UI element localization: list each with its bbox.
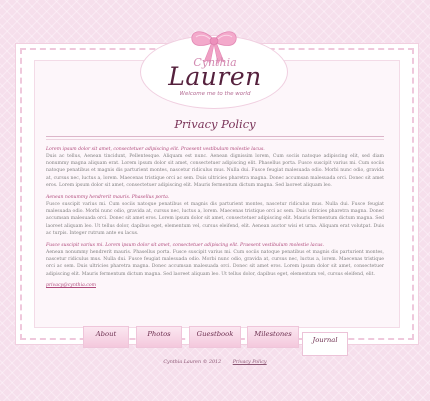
section-lead: Fusce suscipit varius mi. Lorem ipsum do…	[46, 243, 324, 249]
logo-tagline: Welcome me to the world	[179, 91, 251, 97]
section-lead: Aenean nonummy hendrerit mauris. Phasell…	[46, 195, 170, 201]
section-lead: Lorem ipsum dolor sit amet, consectetuer…	[46, 147, 265, 152]
nav-photos[interactable]: Photos	[136, 326, 182, 348]
policy-content: Lorem ipsum dolor sit amet, consectetuer…	[46, 146, 384, 288]
title-divider	[46, 136, 384, 137]
title-divider-thin	[46, 139, 384, 140]
footer: Cynthia Lauren © 2012 Privacy Policy	[0, 360, 430, 365]
logo-script-big[interactable]: Lauren	[0, 62, 430, 91]
nav-milestones[interactable]: Milestones	[247, 326, 299, 348]
nav-guestbook[interactable]: Guestbook	[189, 326, 241, 348]
footer-privacy-link[interactable]: Privacy Policy	[233, 360, 267, 365]
section-paragraph: Fusce suscipit varius mi. Cum sociis nat…	[46, 202, 384, 236]
footer-copyright: Cynthia Lauren © 2012	[163, 360, 222, 365]
nav-about[interactable]: About	[83, 326, 129, 348]
section-paragraph: Duis ac tellus, Aenean tincidunt, Pellen…	[46, 154, 384, 188]
nav-journal[interactable]: Journal	[302, 332, 348, 356]
section-paragraph: Aenean nonummy hendrerit mauris. Phasell…	[46, 250, 384, 277]
privacy-email-link[interactable]: privacy@cynthia.com	[46, 283, 384, 288]
page-title: Privacy Policy	[174, 117, 256, 131]
